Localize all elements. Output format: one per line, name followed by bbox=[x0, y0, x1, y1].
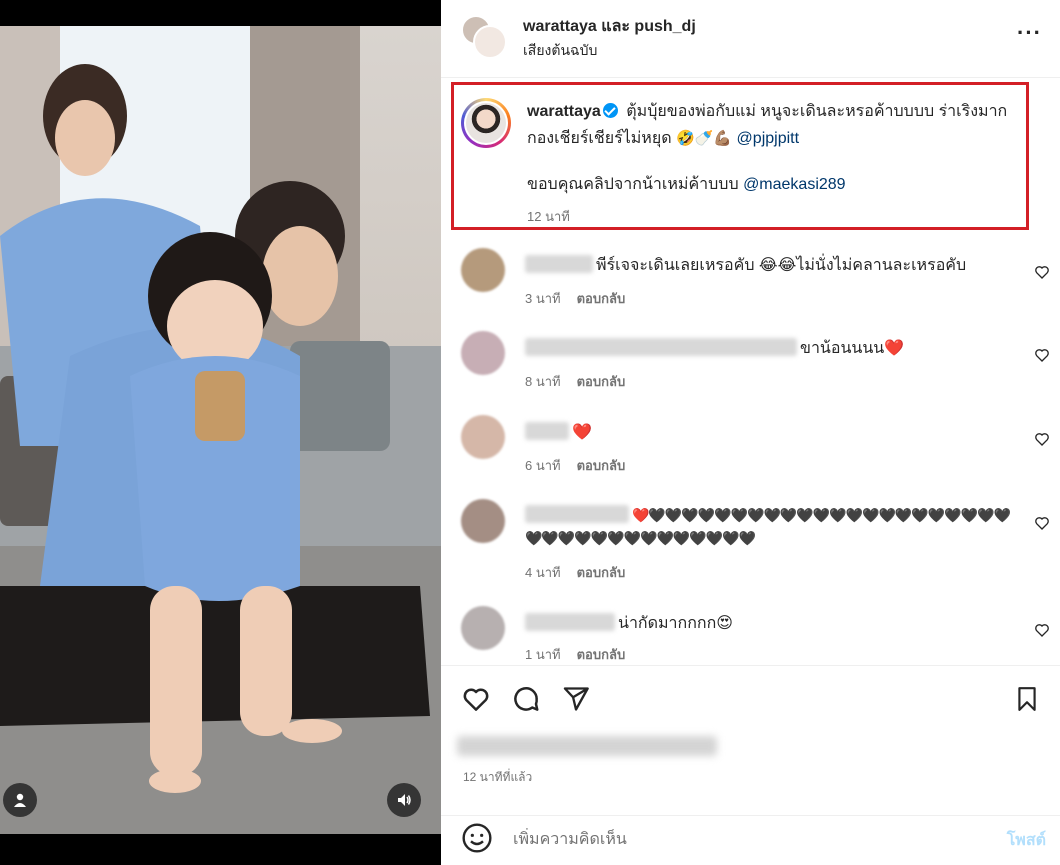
post-comment-button[interactable]: โพสต์ bbox=[1007, 828, 1046, 853]
reply-button[interactable]: ตอบกลับ bbox=[577, 565, 626, 580]
user-icon bbox=[14, 793, 26, 807]
reply-button[interactable]: ตอบกลับ bbox=[577, 647, 626, 662]
post-media[interactable] bbox=[0, 0, 441, 865]
video-frame[interactable] bbox=[0, 26, 441, 834]
post-header: warattaya และ push_dj เสียงต้นฉบับ ··· bbox=[441, 0, 1060, 78]
comment-username[interactable] bbox=[525, 255, 593, 273]
avatar[interactable] bbox=[473, 25, 507, 59]
comment-username[interactable] bbox=[525, 422, 569, 440]
comment-time[interactable]: 1 นาที bbox=[525, 647, 561, 662]
like-button[interactable] bbox=[459, 682, 493, 716]
comment-meta: 4 นาที ตอบกลับ bbox=[525, 562, 625, 583]
more-horizontal-icon: ··· bbox=[1017, 20, 1042, 45]
add-comment-bar: โพสต์ bbox=[441, 815, 1060, 865]
caption-username[interactable]: warattaya bbox=[527, 103, 601, 120]
like-comment-heart-icon[interactable] bbox=[1034, 515, 1050, 531]
likes-count-blurred[interactable] bbox=[457, 736, 717, 756]
heart-icon bbox=[463, 688, 489, 711]
verified-badge-icon bbox=[602, 103, 618, 118]
reply-button[interactable]: ตอบกลับ bbox=[577, 374, 626, 389]
comment-time[interactable]: 3 นาที bbox=[525, 291, 561, 306]
author-avatar[interactable] bbox=[461, 98, 511, 148]
post-details-panel: warattaya และ push_dj เสียงต้นฉบับ ··· w… bbox=[441, 0, 1060, 865]
caption-emojis: 🤣🍼💪🏽 bbox=[676, 129, 733, 147]
comment-meta: 6 นาที ตอบกลับ bbox=[525, 455, 625, 476]
video-illustration bbox=[0, 26, 441, 834]
comment-meta: 8 นาที ตอบกลับ bbox=[525, 371, 625, 392]
avatar[interactable] bbox=[461, 499, 505, 543]
caption-text: warattaya ตุ้มบุ้ยของพ่อกับแม่ หนูจะเดิน… bbox=[527, 99, 1022, 198]
post-actions: 12 นาทีที่แล้ว bbox=[441, 665, 1060, 815]
comment-text: ❤️ bbox=[525, 421, 1025, 444]
comment-username[interactable] bbox=[525, 338, 797, 356]
comment-text: พีร์เจจะเดินเลยเหรอคับ 😂😂ไม่นั่งไม่คลานล… bbox=[525, 254, 1025, 277]
post-timestamp[interactable]: 12 นาทีที่แล้ว bbox=[463, 768, 532, 787]
share-button[interactable] bbox=[559, 682, 593, 716]
collab-avatars[interactable] bbox=[461, 15, 507, 59]
comment-text: ❤️🖤🖤🖤🖤🖤🖤🖤🖤🖤🖤🖤🖤🖤🖤🖤🖤🖤🖤🖤🖤🖤🖤🖤🖤🖤🖤🖤🖤🖤🖤🖤🖤🖤🖤🖤🖤 bbox=[525, 505, 1011, 546]
bookmark-icon bbox=[1018, 687, 1036, 711]
speaker-icon bbox=[398, 794, 411, 806]
like-comment-heart-icon[interactable] bbox=[1034, 347, 1050, 363]
like-comment-heart-icon[interactable] bbox=[1034, 264, 1050, 280]
comment-input[interactable] bbox=[513, 828, 973, 852]
comment-username[interactable] bbox=[525, 613, 615, 631]
avatar[interactable] bbox=[461, 415, 505, 459]
tagged-users-button[interactable] bbox=[3, 783, 37, 817]
like-comment-heart-icon[interactable] bbox=[1034, 431, 1050, 447]
comment-button[interactable] bbox=[509, 682, 543, 716]
emoji-icon[interactable] bbox=[461, 822, 493, 854]
original-audio-link[interactable]: เสียงต้นฉบับ bbox=[523, 40, 597, 62]
avatar[interactable] bbox=[461, 248, 505, 292]
send-icon bbox=[563, 687, 589, 711]
avatar[interactable] bbox=[461, 331, 505, 375]
comment-meta: 1 นาที ตอบกลับ bbox=[525, 644, 625, 665]
comment-time[interactable]: 6 นาที bbox=[525, 458, 561, 473]
save-button[interactable] bbox=[1010, 682, 1044, 716]
caption-line2: ขอบคุณคลิปจากน้าเหม่ค้าบบบ bbox=[527, 176, 739, 193]
post-authors[interactable]: warattaya และ push_dj bbox=[523, 14, 696, 39]
comment-text: น่ากัดมากกกก😍 bbox=[525, 612, 1025, 635]
caption-mention[interactable]: @maekasi289 bbox=[743, 176, 846, 193]
like-comment-heart-icon[interactable] bbox=[1034, 622, 1050, 638]
more-options-button[interactable]: ··· bbox=[1017, 22, 1042, 44]
caption-highlight: warattaya ตุ้มบุ้ยของพ่อกับแม่ หนูจะเดิน… bbox=[451, 82, 1029, 230]
caption-time[interactable]: 12 นาที bbox=[527, 206, 570, 227]
avatar[interactable] bbox=[461, 606, 505, 650]
comment-time[interactable]: 4 นาที bbox=[525, 565, 561, 580]
caption-mention[interactable]: @pjpjpitt bbox=[737, 130, 800, 147]
comment-text: ขาน้อนนนน❤️ bbox=[525, 337, 1025, 360]
comment-username[interactable] bbox=[525, 505, 629, 523]
comment-meta: 3 นาที ตอบกลับ bbox=[525, 288, 625, 309]
comment-time[interactable]: 8 นาที bbox=[525, 374, 561, 389]
audio-toggle-button[interactable] bbox=[387, 783, 421, 817]
reply-button[interactable]: ตอบกลับ bbox=[577, 458, 626, 473]
reply-button[interactable]: ตอบกลับ bbox=[577, 291, 626, 306]
comment-icon bbox=[514, 687, 539, 711]
